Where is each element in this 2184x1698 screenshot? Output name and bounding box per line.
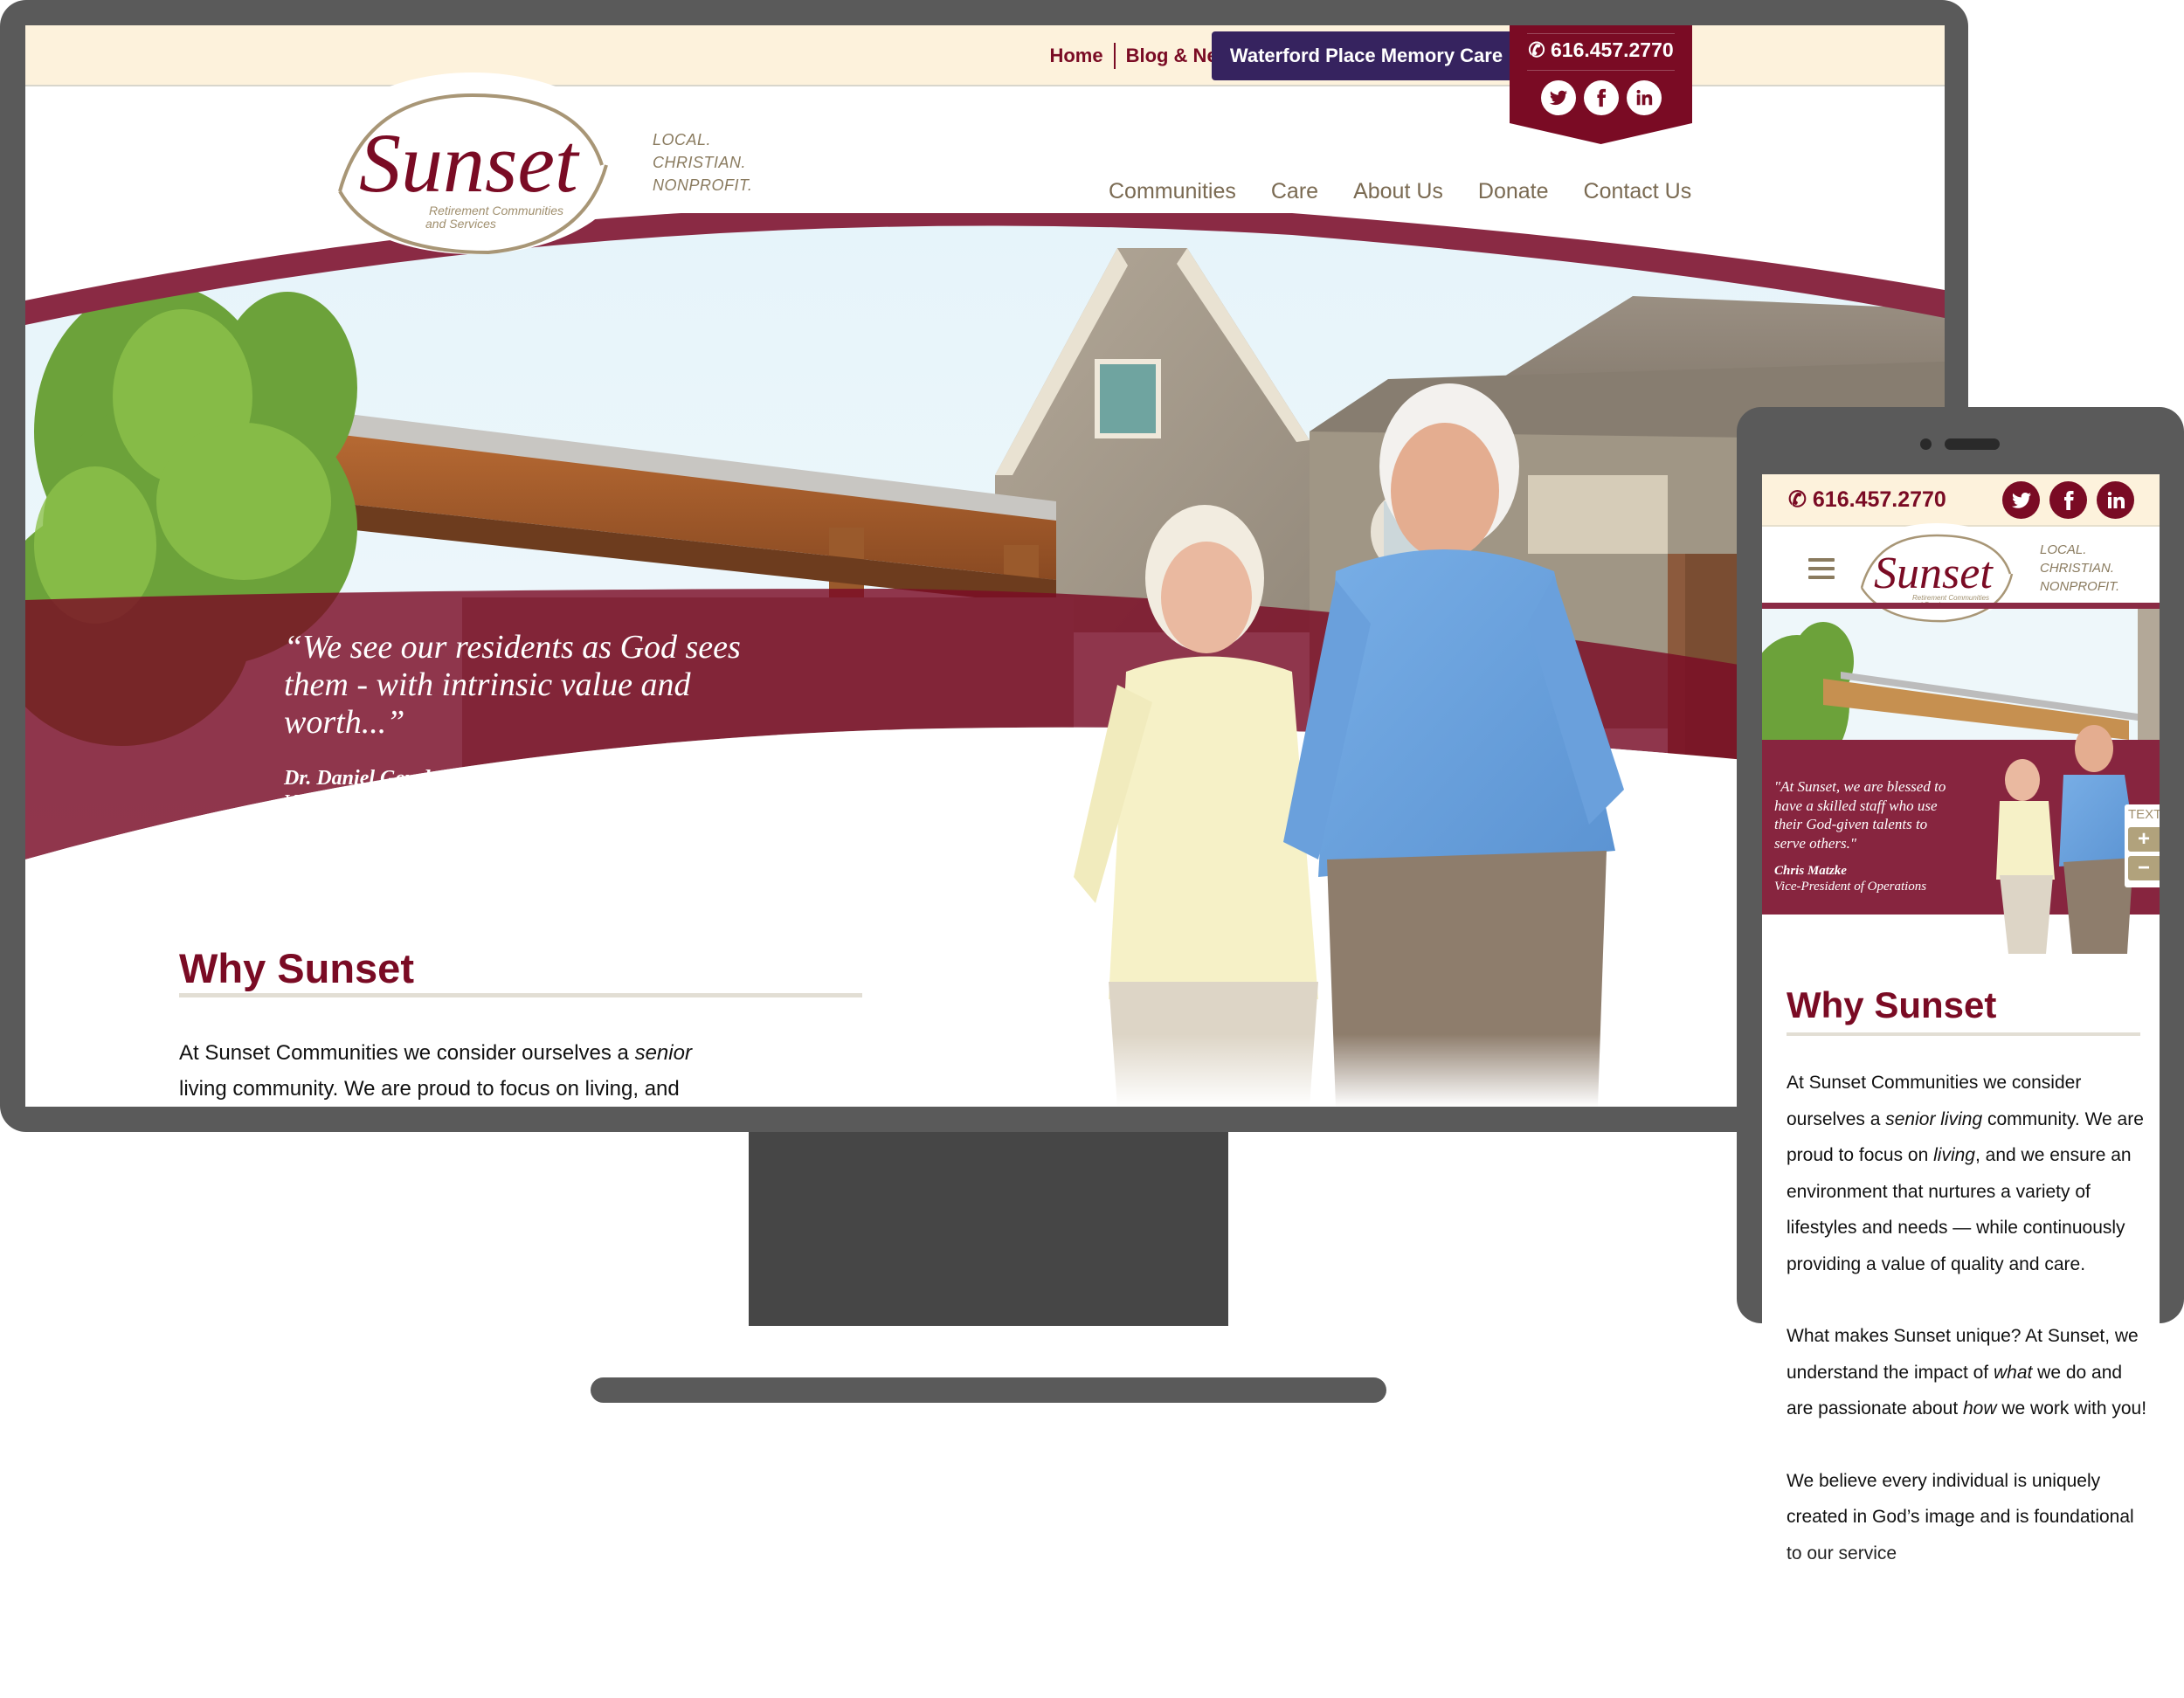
- why-sunset-heading: Why Sunset: [179, 945, 414, 991]
- twitter-icon: [2011, 492, 2031, 508]
- nav-care[interactable]: Care: [1254, 165, 1336, 217]
- nav-about-us[interactable]: About Us: [1336, 165, 1461, 217]
- body-emphasis: what: [1993, 1362, 2033, 1383]
- mobile-header-strip: [1762, 603, 2160, 609]
- tagline: LOCAL. CHRISTIAN. NONPROFIT.: [653, 128, 752, 197]
- waterford-place-button[interactable]: Waterford Place Memory Care: [1212, 31, 1521, 80]
- mobile-header: Sunset Retirement Communities and Servic…: [1762, 523, 2160, 623]
- body-paragraph: What makes Sunset unique? At Sunset, we …: [1787, 1318, 2153, 1427]
- text-size-decrease-button[interactable]: −: [2128, 856, 2160, 880]
- utility-link-home[interactable]: Home: [1039, 43, 1113, 69]
- phone-icon: ✆: [1528, 38, 1545, 61]
- body-emphasis: senior: [634, 1041, 692, 1065]
- tagline-line: CHRISTIAN.: [653, 154, 747, 171]
- mobile-logo-graphic: Sunset Retirement Communities and Servic…: [1851, 523, 2022, 623]
- facebook-icon: [2063, 490, 2074, 510]
- text-size-label: TEXT: [2128, 807, 2160, 822]
- body-emphasis: how: [1962, 1398, 1997, 1418]
- mobile-hero-quote: "At Sunset, we are blessed to have a ski…: [1774, 777, 1962, 894]
- mobile-screen: ✆ 616.457.2770 Sunset Retirement Communi…: [1762, 474, 2160, 1698]
- mobile-top-bar: ✆ 616.457.2770: [1762, 474, 2160, 527]
- mobile-phone-number: 616.457.2770: [1812, 487, 1946, 512]
- mobile-phone-link[interactable]: ✆ 616.457.2770: [1788, 485, 1946, 514]
- desktop-monitor-stand: [749, 1132, 1228, 1326]
- social-links: [1510, 80, 1692, 115]
- body-emphasis: living: [1933, 1145, 1975, 1165]
- hero-quote-text: “We see our residents as God sees them -…: [284, 629, 741, 741]
- body-emphasis: senior living: [1885, 1108, 1983, 1129]
- mobile-quote-role: Vice-President of Operations: [1774, 880, 1927, 894]
- ribbon-rule: [1527, 33, 1675, 34]
- logo-subtitle-2: and Services: [425, 217, 496, 231]
- tagline-line: LOCAL.: [653, 131, 712, 148]
- body-paragraph: We believe every individual is uniquely …: [1787, 1470, 2134, 1563]
- body-paragraph: At Sunset Communities we consider oursel…: [1787, 1065, 2153, 1282]
- mobile-camera: [1920, 438, 1932, 450]
- mobile-linkedin-link[interactable]: [2097, 481, 2134, 519]
- heading-underline: [179, 993, 862, 997]
- facebook-link[interactable]: [1583, 80, 1619, 115]
- text-size-increase-button[interactable]: +: [2128, 827, 2160, 852]
- twitter-link[interactable]: [1540, 80, 1576, 115]
- phone-number-link[interactable]: ✆ 616.457.2770: [1510, 38, 1692, 62]
- tagline-line: NONPROFIT.: [653, 176, 753, 194]
- tagline-line: LOCAL.: [2040, 542, 2087, 557]
- mobile-social-links: [2002, 481, 2134, 519]
- logo-subtitle-1: Retirement Communities: [429, 204, 563, 217]
- why-sunset-body: At Sunset Communities we consider oursel…: [179, 1035, 756, 1107]
- hero-quote-author: Dr. Daniel Gowdy: [284, 767, 440, 790]
- mobile-quote-text: "At Sunset, we are blessed to have a ski…: [1774, 778, 1946, 852]
- mobile-speaker: [1945, 438, 2000, 450]
- site-logo[interactable]: Sunset Retirement Communities and Servic…: [314, 60, 632, 261]
- phone-ribbon: ✆ 616.457.2770: [1510, 25, 1692, 144]
- desktop-monitor-base: [591, 1377, 1386, 1403]
- nav-contact-us[interactable]: Contact Us: [1566, 165, 1710, 217]
- phone-number: 616.457.2770: [1550, 38, 1674, 61]
- mobile-quote-author: Chris Matzke: [1774, 864, 1847, 878]
- linkedin-link[interactable]: [1626, 80, 1662, 115]
- mobile-twitter-link[interactable]: [2002, 481, 2040, 519]
- mobile-why-sunset-body: At Sunset Communities we consider oursel…: [1787, 1065, 2153, 1607]
- mobile-why-sunset-heading: Why Sunset: [1787, 984, 1997, 1025]
- mobile-facebook-link[interactable]: [2049, 481, 2087, 519]
- logo-wordmark: Sunset: [359, 116, 580, 210]
- mobile-tagline: LOCAL. CHRISTIAN. NONPROFIT.: [2040, 541, 2119, 596]
- linkedin-icon: [1636, 89, 1652, 106]
- phone-icon: ✆: [1788, 487, 1807, 512]
- nav-donate[interactable]: Donate: [1461, 165, 1566, 217]
- hero-quote: “We see our residents as God sees them -…: [284, 629, 773, 815]
- tagline-line: NONPROFIT.: [2040, 579, 2120, 594]
- mobile-heading-underline: [1787, 1032, 2140, 1036]
- main-nav: Communities Care About Us Donate Contact…: [1091, 165, 1709, 217]
- linkedin-icon: [2107, 491, 2125, 508]
- desktop-screen: Home Blog & News Employment & Volunteer …: [25, 25, 1945, 1107]
- mobile-site-logo[interactable]: Sunset Retirement Communities and Servic…: [1849, 520, 2024, 625]
- text-size-widget: TEXT + −: [2125, 804, 2160, 887]
- body-text: At Sunset Communities we consider oursel…: [179, 1041, 635, 1065]
- facebook-icon: [1596, 88, 1606, 107]
- logo-graphic: Sunset Retirement Communities and Servic…: [317, 72, 628, 255]
- hamburger-menu-icon[interactable]: [1808, 558, 1835, 584]
- nav-communities[interactable]: Communities: [1091, 165, 1254, 217]
- twitter-icon: [1549, 90, 1567, 106]
- body-text-cut: living community. We are proud to focus …: [179, 1077, 680, 1101]
- tagline-line: CHRISTIAN.: [2040, 561, 2115, 576]
- hero-quote-role: V.P. of Development: [284, 791, 453, 814]
- ribbon-rule: [1527, 70, 1675, 71]
- body-text: we work with you!: [1996, 1398, 2147, 1418]
- mobile-logo-wordmark: Sunset: [1874, 549, 1994, 598]
